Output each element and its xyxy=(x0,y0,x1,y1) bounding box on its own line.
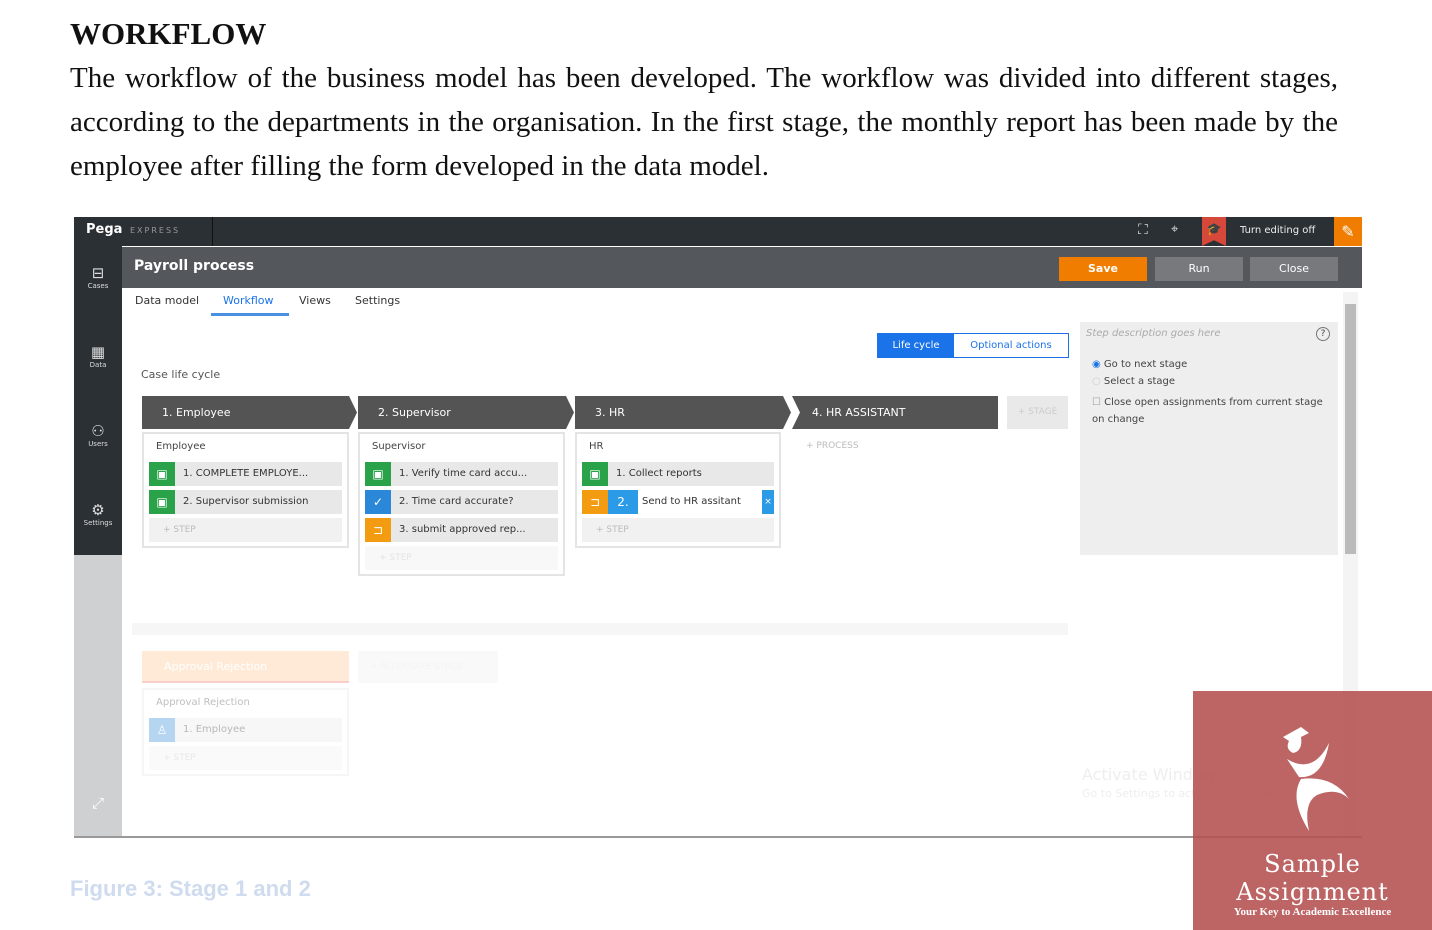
brand-logo: Pega xyxy=(86,222,123,237)
process-card-approval-rejection: Approval Rejection ♙ 1. Employee + STEP xyxy=(142,688,349,776)
step-1[interactable]: ♙ 1. Employee xyxy=(149,718,342,742)
add-step-button[interactable]: + STEP xyxy=(365,546,558,570)
change-stage-icon: ⊐ xyxy=(365,518,391,542)
stage-supervisor[interactable]: 2. Supervisor xyxy=(358,396,574,429)
sidebar-item-cases[interactable]: ⊟ Cases xyxy=(74,264,122,290)
step-1[interactable]: ▣ 1. Verify time card accu... xyxy=(365,462,558,486)
add-step-button[interactable]: + STEP xyxy=(149,518,342,542)
save-button[interactable]: Save xyxy=(1059,257,1147,281)
step-properties-panel: Step description goes here ? ◉ Go to nex… xyxy=(1080,322,1338,555)
view-toggle: Life cycle Optional actions xyxy=(877,333,1069,358)
briefcase-icon: ⊟ xyxy=(91,264,105,282)
edit-pencil-icon[interactable]: ✎ xyxy=(1334,217,1362,246)
tab-settings[interactable]: Settings xyxy=(355,294,400,307)
stage-hr-assistant[interactable]: 4. HR ASSISTANT xyxy=(792,396,998,429)
step-2-editing[interactable]: ⊐ 2. Send to HR assitant × xyxy=(582,490,774,514)
stage-employee[interactable]: 1. Employee xyxy=(142,396,357,429)
body-paragraph: The workflow of the business model has b… xyxy=(70,62,1338,182)
close-assignments-checkbox[interactable]: ☐ Close open assignments from current st… xyxy=(1086,394,1332,428)
alternate-stage-approval-rejection[interactable]: Approval Rejection xyxy=(142,651,349,683)
sidebar: ⊟ Cases ▦ Data ⚇ Users ⚙ Settings ⤢ xyxy=(74,246,122,836)
logo-title: Sample Assignment xyxy=(1236,850,1389,906)
radio-next-stage[interactable]: ◉ Go to next stage xyxy=(1092,356,1332,373)
add-stage-button[interactable]: + STAGE xyxy=(1007,396,1068,429)
radio-select-stage[interactable]: ○ Select a stage xyxy=(1092,373,1332,390)
horizontal-scrollbar[interactable] xyxy=(132,623,1068,635)
figure-logo-icon xyxy=(1282,727,1349,831)
turn-editing-off[interactable]: Turn editing off xyxy=(1240,225,1315,236)
run-button[interactable]: Run xyxy=(1155,257,1243,281)
heading: WORKFLOW xyxy=(70,16,267,51)
assignment-icon: ▣ xyxy=(365,462,391,486)
sample-assignment-logo: Sample Assignment Your Key to Academic E… xyxy=(1193,691,1432,930)
users-icon: ⚇ xyxy=(91,422,105,440)
section-label: Case life cycle xyxy=(141,368,221,381)
tab-views[interactable]: Views xyxy=(299,294,331,307)
gear-icon: ⚙ xyxy=(91,501,105,519)
process-title: Supervisor xyxy=(372,441,426,452)
grid-icon: ▦ xyxy=(90,343,106,361)
step-3[interactable]: ⊐ 3. submit approved rep... xyxy=(365,518,558,542)
learning-icon[interactable]: 🎓 xyxy=(1202,217,1226,246)
step-2[interactable]: ▣ 2. Supervisor submission xyxy=(149,490,342,514)
close-button[interactable]: Close xyxy=(1250,257,1338,281)
user-icon: ♙ xyxy=(149,718,175,742)
step-1[interactable]: ▣ 1. COMPLETE EMPLOYE... xyxy=(149,462,342,486)
tab-data-model[interactable]: Data model xyxy=(135,294,199,307)
assignment-icon: ▣ xyxy=(149,462,175,486)
remove-icon[interactable]: × xyxy=(762,490,774,514)
brand-sub: EXPRESS xyxy=(130,226,181,235)
active-tab-indicator xyxy=(211,313,289,316)
sidebar-item-settings[interactable]: ⚙ Settings xyxy=(74,501,122,527)
resize-icon[interactable]: ⤢ xyxy=(74,794,122,812)
check-icon: ✓ xyxy=(365,490,391,514)
top-bar: Pega EXPRESS ⛶ ⌖ 🎓 Turn editing off ✎ xyxy=(74,217,1362,246)
divider xyxy=(212,217,213,246)
process-title: HR xyxy=(589,441,604,452)
pega-screenshot: Pega EXPRESS ⛶ ⌖ 🎓 Turn editing off ✎ ⊟ C… xyxy=(74,217,1362,838)
optional-actions-toggle[interactable]: Optional actions xyxy=(954,334,1068,357)
case-header: Payroll process Save Run Close xyxy=(122,247,1362,288)
tab-workflow[interactable]: Workflow xyxy=(223,294,274,307)
sidebar-item-data[interactable]: ▦ Data xyxy=(74,343,122,369)
step-2[interactable]: ✓ 2. Time card accurate? xyxy=(365,490,558,514)
expand-icon[interactable]: ⛶ xyxy=(1138,222,1148,238)
add-process-button[interactable]: + PROCESS xyxy=(806,441,859,451)
help-icon[interactable]: ? xyxy=(1316,327,1330,341)
assignment-icon: ▣ xyxy=(149,490,175,514)
sidebar-item-users[interactable]: ⚇ Users xyxy=(74,422,122,448)
process-card-hr: HR ▣ 1. Collect reports ⊐ 2. Send to HR ass… xyxy=(575,432,781,548)
process-title: Employee xyxy=(156,441,206,452)
add-step-button[interactable]: + STEP xyxy=(149,746,342,770)
stage-hr[interactable]: 3. HR xyxy=(575,396,791,429)
process-card-employee: Employee ▣ 1. COMPLETE EMPLOYE... ▣ 2. Sup… xyxy=(142,432,349,548)
change-stage-icon: ⊐ xyxy=(582,490,608,514)
add-step-button[interactable]: + STEP xyxy=(582,518,774,542)
pin-icon[interactable]: ⌖ xyxy=(1171,222,1178,237)
life-cycle-toggle[interactable]: Life cycle xyxy=(878,334,954,357)
add-alternate-stage-button[interactable]: + ALTERNATE STAGE xyxy=(358,651,498,683)
assignment-icon: ▣ xyxy=(582,462,608,486)
logo-tagline: Your Key to Academic Excellence xyxy=(1233,906,1392,918)
step-1[interactable]: ▣ 1. Collect reports xyxy=(582,462,774,486)
process-card-supervisor: Supervisor ▣ 1. Verify time card accu... … xyxy=(358,432,565,576)
figure-caption: Figure 3: Stage 1 and 2 xyxy=(70,876,311,901)
step-description-input[interactable]: Step description goes here xyxy=(1086,328,1332,356)
page-title: Payroll process xyxy=(134,258,255,274)
